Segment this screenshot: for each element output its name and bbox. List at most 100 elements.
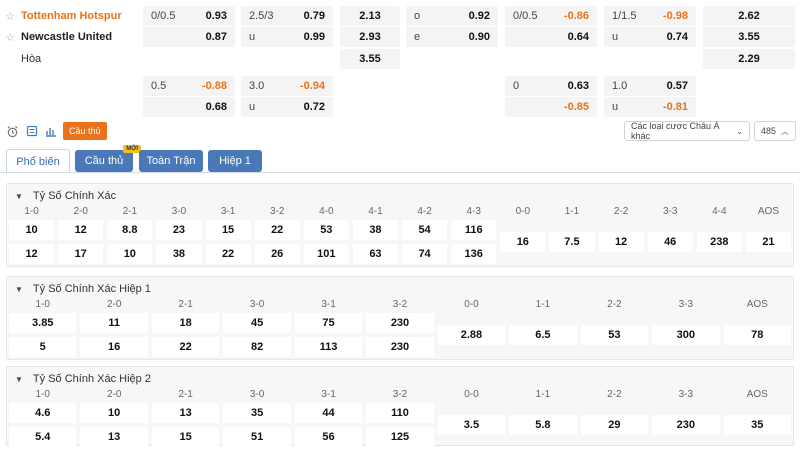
score-odds-cell[interactable]: 125	[366, 427, 434, 447]
score-odds-cell[interactable]: 16	[500, 232, 546, 252]
favorite-star-icon[interactable]: ☆	[3, 10, 17, 23]
score-odds-cell[interactable]: 38	[156, 244, 202, 264]
odds-cell[interactable]: 0.5 -0.88	[143, 76, 235, 96]
score-odds-cell[interactable]: 56	[294, 427, 363, 447]
score-odds-cell[interactable]: 7.5	[549, 232, 595, 252]
odds-cell[interactable]: u 0.99	[241, 27, 333, 47]
score-odds-cell[interactable]: 6.5	[509, 325, 577, 345]
odds-cell[interactable]: 3.55	[340, 49, 400, 69]
odds-cell[interactable]: 2.5/3 0.79	[241, 6, 333, 26]
score-odds-cell[interactable]: 51	[223, 427, 291, 447]
favorite-star-icon[interactable]: ☆	[3, 31, 17, 44]
score-odds-cell[interactable]: 53	[303, 220, 349, 240]
odds-cell[interactable]: 2.62	[703, 6, 795, 26]
score-odds-cell[interactable]: 13	[151, 403, 220, 423]
score-odds-cell[interactable]: 12	[598, 232, 644, 252]
tab-0[interactable]: Phổ biến	[6, 149, 70, 173]
score-odds-cell[interactable]: 10	[9, 220, 55, 240]
odds-cell[interactable]: 2.13	[340, 6, 400, 26]
score-odds-cell[interactable]: 300	[652, 325, 720, 345]
odds-cell[interactable]: 3.0 -0.94	[241, 76, 333, 96]
score-odds-cell[interactable]: 26	[254, 244, 300, 264]
odds-cell[interactable]: 0.68	[143, 97, 235, 117]
score-odds-cell[interactable]: 230	[366, 313, 434, 333]
odds-cell[interactable]: -0.85	[505, 97, 597, 117]
score-odds-cell[interactable]: 110	[366, 403, 434, 423]
bar-chart-icon[interactable]	[43, 123, 59, 139]
odds-cell[interactable]: u -0.81	[604, 97, 696, 117]
odds-cell[interactable]: 0 0.63	[505, 76, 597, 96]
score-odds-cell[interactable]: 18	[151, 313, 220, 333]
score-odds-cell[interactable]: 23	[156, 220, 202, 240]
score-odds-cell[interactable]: 29	[580, 415, 649, 435]
score-odds-cell[interactable]: 10	[107, 244, 153, 264]
score-odds-cell[interactable]: 136	[451, 244, 497, 264]
score-odds-cell[interactable]: 2.88	[437, 325, 506, 345]
score-odds-cell[interactable]: 101	[303, 244, 349, 264]
player-market-button[interactable]: Cầu thủ	[63, 122, 107, 140]
score-odds-cell[interactable]: 17	[58, 244, 104, 264]
score-odds-cell[interactable]: 12	[58, 220, 104, 240]
score-odds-cell[interactable]: 5	[9, 337, 77, 357]
score-odds-cell[interactable]: 8.8	[107, 220, 153, 240]
odds-cell[interactable]: 1/1.5 -0.98	[604, 6, 696, 26]
score-odds-cell[interactable]: 230	[652, 415, 720, 435]
odds-cell[interactable]: u 0.72	[241, 97, 333, 117]
score-odds-cell[interactable]: 22	[151, 337, 220, 357]
market-type-select[interactable]: Các loại cược Châu Á khác ⌄	[624, 121, 750, 141]
market-count-select[interactable]: 485 ︿	[754, 121, 796, 141]
score-odds-cell[interactable]: 5.8	[509, 415, 577, 435]
odds-cell[interactable]: 0.64	[505, 27, 597, 47]
tab-2[interactable]: Toàn Trận	[139, 150, 203, 172]
score-odds-cell[interactable]: 53	[580, 325, 649, 345]
score-odds-cell[interactable]: 74	[402, 244, 448, 264]
list-icon[interactable]	[24, 123, 40, 139]
score-odds-cell[interactable]: 238	[696, 232, 742, 252]
score-odds-cell[interactable]: 15	[151, 427, 220, 447]
tab-1[interactable]: Cầu thủ MỚI	[75, 145, 141, 172]
score-odds-cell[interactable]: 16	[80, 337, 148, 357]
score-odds-cell[interactable]: 21	[745, 232, 791, 252]
score-odds-cell[interactable]: 12	[9, 244, 55, 264]
score-odds-cell[interactable]: 113	[294, 337, 363, 357]
score-odds-cell[interactable]: 44	[294, 403, 363, 423]
score-odds-cell[interactable]: 22	[254, 220, 300, 240]
odds-cell[interactable]: u 0.74	[604, 27, 696, 47]
alarm-clock-icon[interactable]	[4, 123, 20, 139]
score-odds-cell[interactable]: 82	[223, 337, 291, 357]
score-odds-cell[interactable]: 54	[402, 220, 448, 240]
score-odds-cell[interactable]: 4.6	[9, 403, 77, 423]
score-odds-cell[interactable]: 3.85	[9, 313, 77, 333]
score-odds-cell[interactable]: 22	[205, 244, 251, 264]
score-odds-cell[interactable]: 10	[80, 403, 148, 423]
odds-cell[interactable]: 2.93	[340, 27, 400, 47]
score-odds-cell[interactable]: 15	[205, 220, 251, 240]
score-odds-cell[interactable]: 35	[723, 415, 791, 435]
odds-cell[interactable]: 0/0.5 0.93	[143, 6, 235, 26]
odds-cell[interactable]: o 0.92	[406, 6, 498, 26]
score-odds-cell[interactable]: 35	[223, 403, 291, 423]
score-odds-cell[interactable]: 45	[223, 313, 291, 333]
team-row-away[interactable]: ☆ Newcastle United	[0, 27, 140, 47]
team-row-home[interactable]: ☆ Tottenham Hotspur	[0, 6, 140, 26]
score-odds-cell[interactable]: 230	[366, 337, 434, 357]
score-odds-cell[interactable]: 3.5	[437, 415, 506, 435]
score-odds-cell[interactable]: 5.4	[9, 427, 77, 447]
score-odds-cell[interactable]: 11	[80, 313, 148, 333]
odds-cell[interactable]: e 0.90	[406, 27, 498, 47]
score-column: 3-2 230 230	[364, 277, 435, 359]
score-odds-cell[interactable]: 63	[352, 244, 398, 264]
score-odds-cell[interactable]: 78	[723, 325, 791, 345]
odds-price: 2.13	[359, 10, 381, 22]
odds-cell[interactable]: 0.87	[143, 27, 235, 47]
score-odds-cell[interactable]: 46	[647, 232, 693, 252]
score-odds-cell[interactable]: 116	[451, 220, 497, 240]
odds-cell[interactable]: 0/0.5 -0.86	[505, 6, 597, 26]
score-odds-cell[interactable]: 75	[294, 313, 363, 333]
odds-cell[interactable]: 1.0 0.57	[604, 76, 696, 96]
odds-cell[interactable]: 3.55	[703, 27, 795, 47]
score-odds-cell[interactable]: 13	[80, 427, 148, 447]
tab-3[interactable]: Hiệp 1	[208, 150, 262, 172]
score-odds-cell[interactable]: 38	[352, 220, 398, 240]
odds-cell[interactable]: 2.29	[703, 49, 795, 69]
